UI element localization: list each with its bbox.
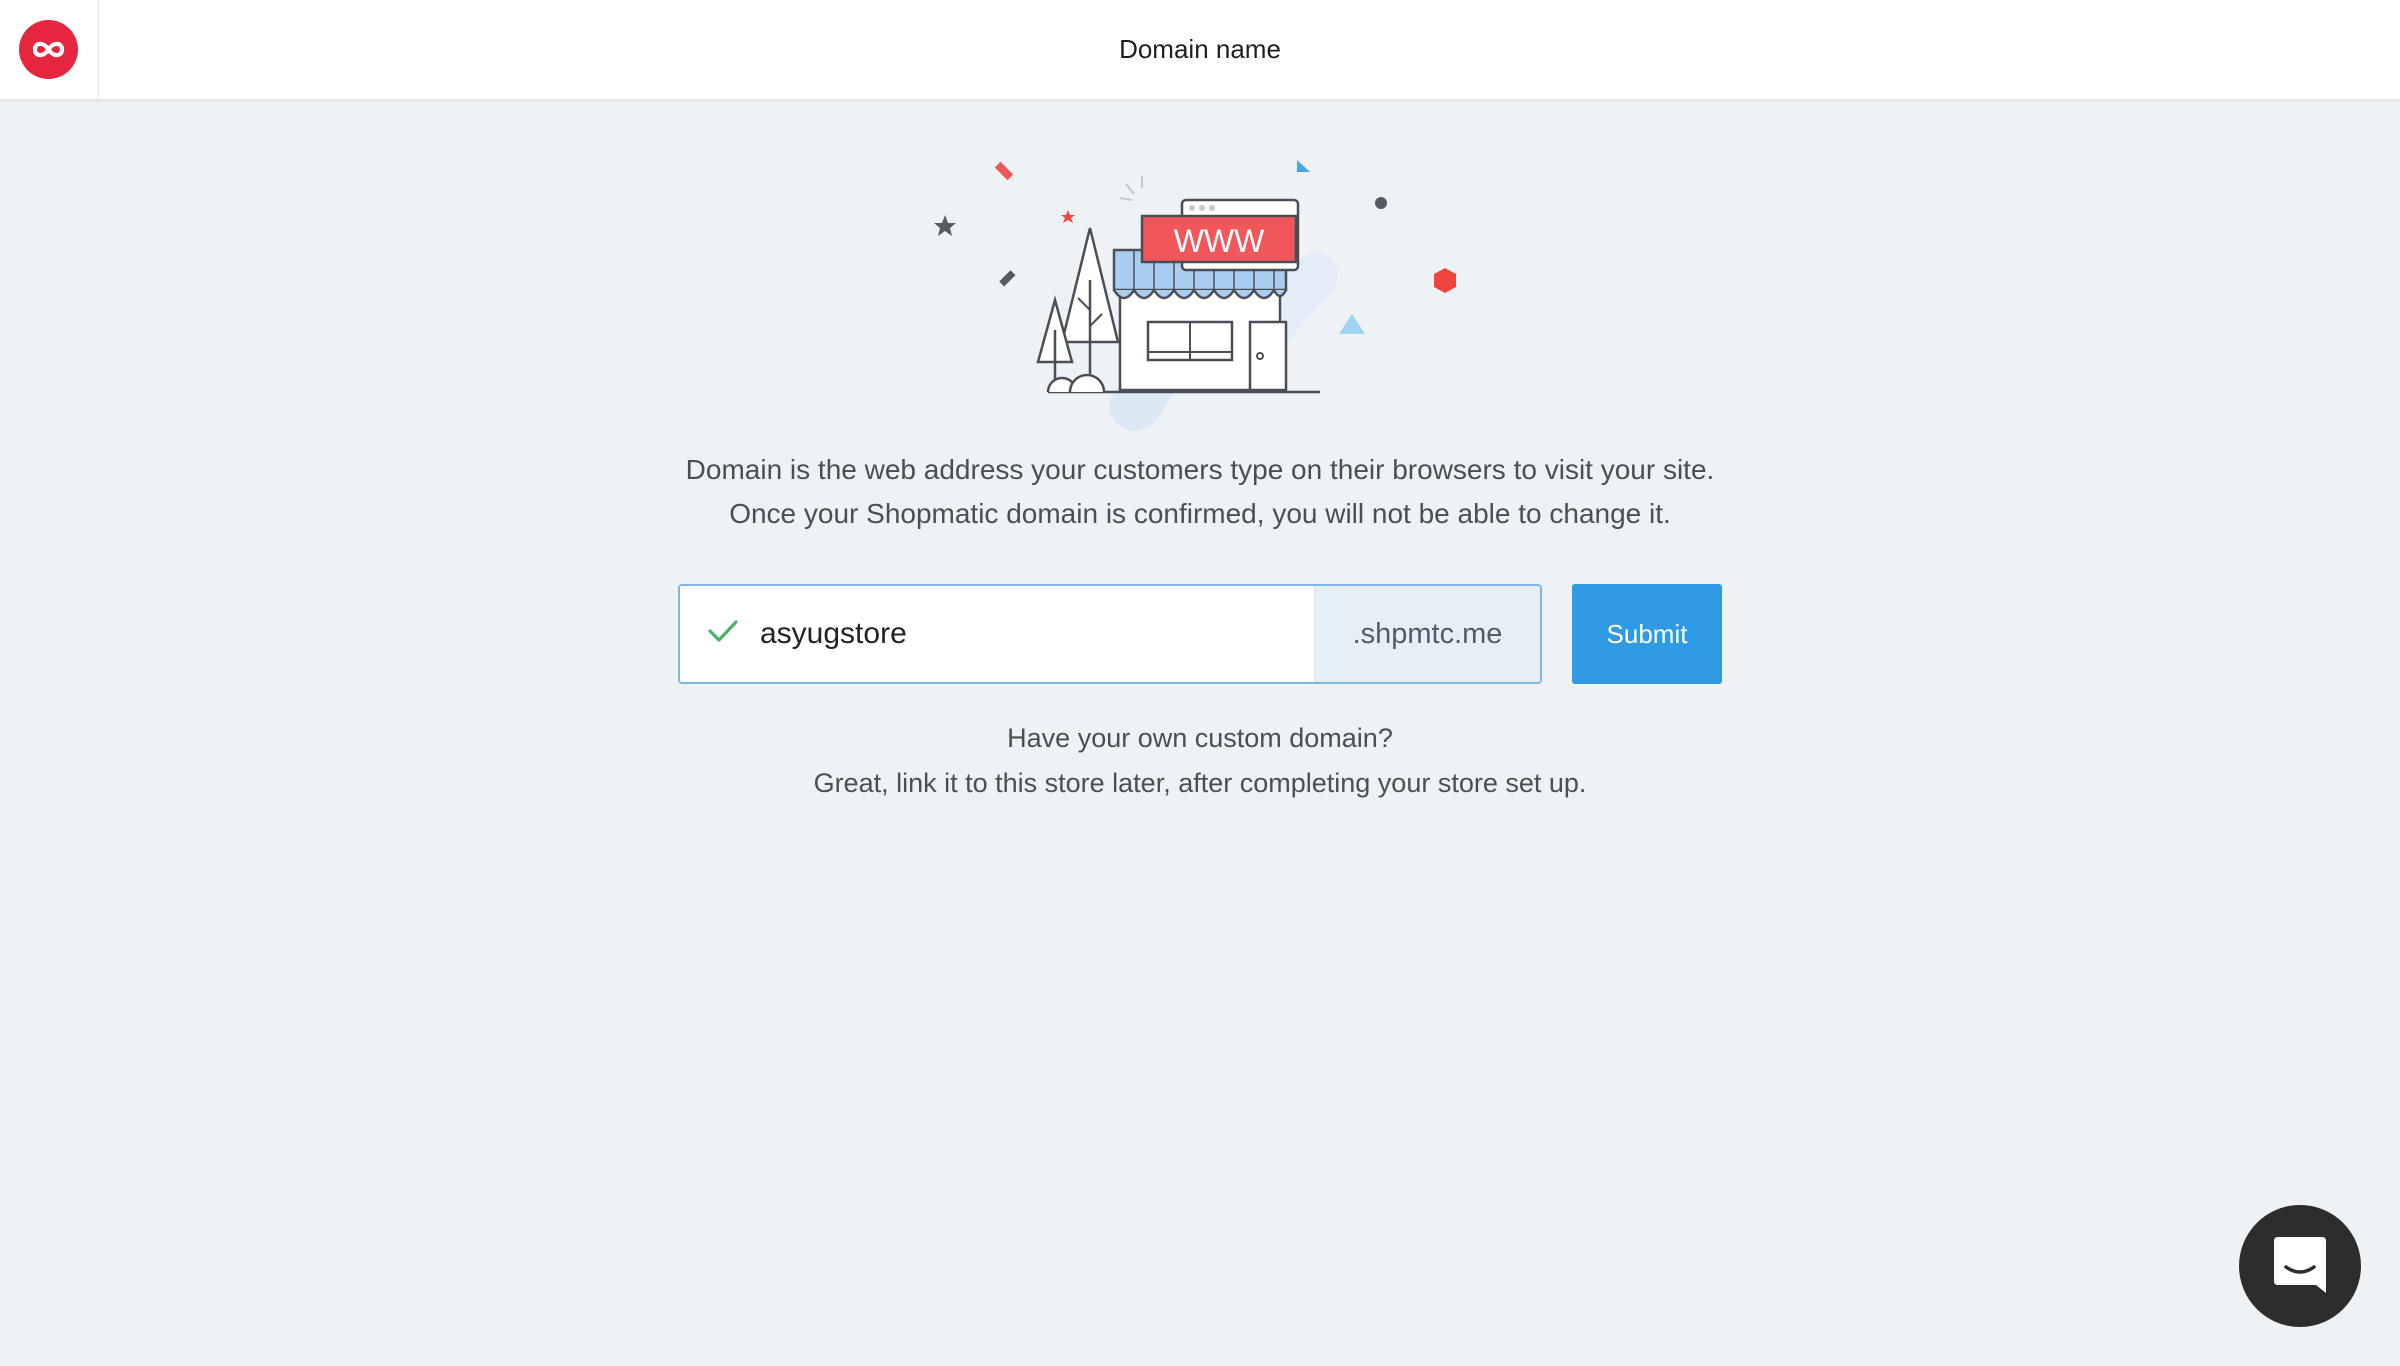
domain-input[interactable] (760, 586, 1320, 682)
top-bar: Domain name (0, 0, 2400, 100)
confetti-red (994, 161, 1014, 181)
domain-field: .shpmtc.me (678, 584, 1542, 684)
custom-domain-line-1: Have your own custom domain? (1007, 723, 1393, 753)
storefront-illustration: WWW (920, 150, 1480, 440)
custom-domain-line-2: Great, link it to this store later, afte… (813, 768, 1587, 798)
page-title: Domain name (1119, 34, 1281, 64)
intro-line-2: Once your Shopmatic domain is confirmed,… (729, 498, 1671, 529)
infinity-icon[interactable] (19, 20, 78, 79)
domain-suffix: .shpmtc.me (1314, 586, 1540, 682)
submit-button[interactable]: Submit (1572, 584, 1722, 684)
intro-text: Domain is the web address your customers… (500, 448, 1900, 536)
check-icon (706, 614, 740, 648)
custom-domain-note: Have your own custom domain? Great, link… (500, 716, 1900, 806)
logo-cell[interactable] (0, 0, 99, 100)
sign-text: WWW (1174, 223, 1265, 259)
intro-line-1: Domain is the web address your customers… (685, 454, 1715, 485)
chat-launcher-button[interactable] (2239, 1205, 2361, 1327)
